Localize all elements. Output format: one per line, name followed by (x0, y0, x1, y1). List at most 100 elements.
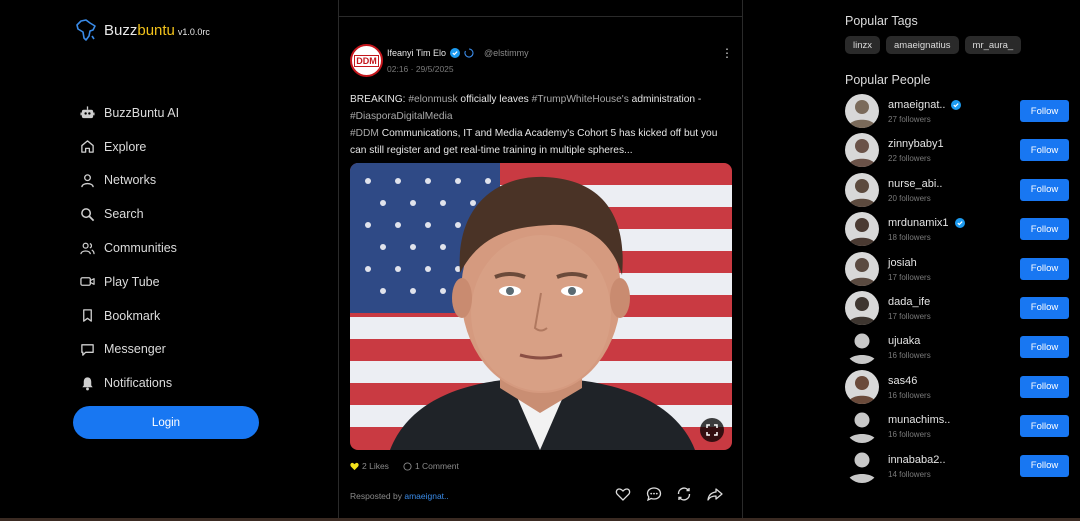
follow-button[interactable]: Follow (1020, 415, 1069, 438)
person-name[interactable]: josiah (888, 257, 917, 269)
person-followers: 17 followers (888, 311, 931, 321)
bell-icon (82, 377, 93, 391)
search-icon (81, 207, 95, 221)
post-author-handle[interactable]: @elstimmy (484, 48, 529, 58)
person-row[interactable]: dada_ife 17 followers Follow (845, 290, 1080, 330)
nav-item-explore[interactable]: Explore (80, 130, 179, 164)
person-row[interactable]: amaeignat.. 27 followers Follow (845, 94, 1080, 133)
person-followers: 16 followers (888, 351, 931, 361)
person-name[interactable]: sas46 (888, 375, 917, 387)
nav-label: BuzzBuntu AI (104, 105, 180, 120)
nav-item-communities[interactable]: Communities (80, 231, 179, 265)
comment-icon[interactable] (646, 486, 662, 502)
post-author-avatar[interactable]: DDM (350, 44, 383, 77)
post-image[interactable] (350, 163, 732, 450)
person-row[interactable]: mrdunamix1 18 followers Follow (845, 212, 1080, 251)
post-more-icon[interactable]: ⋮ (721, 46, 733, 60)
tag-chip[interactable]: mr_aura_ (964, 36, 1022, 54)
follow-button[interactable]: Follow (1020, 178, 1069, 201)
person-followers: 27 followers (888, 115, 931, 124)
africa-logo-icon (76, 19, 96, 41)
person-row[interactable]: munachims.. 16 followers Follow (845, 409, 1080, 448)
brand-name: Buzzbuntu (104, 21, 175, 39)
hashtag-link[interactable]: #elonmusk (408, 94, 457, 105)
popular-tags-title: Popular Tags (845, 14, 918, 28)
users-icon (80, 242, 95, 254)
likes-count[interactable]: 2 Likes (350, 461, 389, 471)
person-row[interactable]: nurse_abi.. 20 followers Follow (845, 172, 1080, 212)
person-followers: 17 followers (888, 272, 931, 282)
tag-chip[interactable]: linzx (845, 36, 881, 54)
person-name[interactable]: ujuaka (888, 335, 920, 347)
person-followers: 22 followers (888, 154, 931, 164)
hashtag-link[interactable]: #TrumpWhiteHouse's (532, 94, 629, 105)
comments-count[interactable]: 1 Comment (403, 461, 459, 471)
person-row[interactable]: josiah 17 followers Follow (845, 251, 1080, 291)
nav-label: Communities (104, 241, 177, 256)
photo-avatar-icon (845, 212, 879, 247)
video-icon (80, 277, 95, 287)
person-name[interactable]: amaeignat.. (888, 99, 962, 111)
verified-badge-icon (450, 48, 461, 58)
fullscreen-icon (706, 424, 718, 436)
nav-item-play-tube[interactable]: Play Tube (80, 265, 179, 299)
follow-button[interactable]: Follow (1020, 257, 1069, 280)
hashtag-link[interactable]: #DiasporaDigitalMedia (350, 111, 453, 122)
follow-button[interactable]: Follow (1020, 454, 1069, 477)
follow-button[interactable]: Follow (1020, 296, 1069, 319)
repost-icon[interactable] (676, 486, 692, 502)
person-avatar[interactable] (845, 212, 879, 247)
photo-avatar-icon (845, 290, 879, 325)
person-avatar[interactable] (845, 133, 879, 168)
nav-item-networks[interactable]: Networks (80, 164, 179, 198)
person-avatar[interactable] (845, 172, 879, 207)
follow-button[interactable]: Follow (1020, 218, 1069, 241)
nav-item-notifications[interactable]: Notifications (80, 366, 179, 400)
person-avatar[interactable] (845, 449, 879, 483)
person-avatar[interactable] (845, 251, 879, 286)
person-avatar[interactable] (845, 94, 879, 128)
person-row[interactable]: zinnybaby1 22 followers Follow (845, 133, 1080, 172)
like-icon[interactable] (615, 486, 631, 502)
person-avatar[interactable] (845, 290, 879, 325)
spinner-icon (464, 48, 474, 58)
person-name[interactable]: nurse_abi.. (888, 178, 942, 190)
share-icon[interactable] (706, 486, 723, 502)
hashtag-link[interactable]: #DDM (350, 128, 379, 139)
verified-badge-icon (951, 100, 962, 110)
follow-button[interactable]: Follow (1020, 100, 1069, 122)
follow-button[interactable]: Follow (1020, 375, 1069, 398)
nav-item-buzzbuntu-ai[interactable]: BuzzBuntu AI (80, 96, 179, 130)
comment-outline-icon (403, 461, 412, 471)
post-author-name[interactable]: Ifeanyi Tim Elo (387, 48, 446, 58)
nav-item-bookmark[interactable]: Bookmark (80, 299, 179, 333)
reposted-by-link[interactable]: amaeignat.. (404, 491, 448, 501)
person-name[interactable]: mrdunamix1 (888, 217, 965, 229)
person-avatar[interactable] (845, 330, 879, 365)
person-row[interactable]: sas46 16 followers Follow (845, 369, 1080, 409)
follow-button[interactable]: Follow (1020, 336, 1069, 359)
user-icon (81, 174, 94, 188)
person-avatar[interactable] (845, 409, 879, 444)
default-avatar-icon (847, 412, 877, 444)
post-timestamp: 02:16 · 29/5/2025 (387, 64, 454, 74)
popular-people-title: Popular People (845, 73, 931, 87)
person-name[interactable]: munachims.. (888, 414, 950, 426)
nav-item-search[interactable]: Search (80, 197, 179, 231)
left-sidebar: Buzzbuntu v1.0.0rc BuzzBuntu AI Explore … (0, 0, 338, 521)
person-name[interactable]: zinnybaby1 (888, 138, 944, 150)
person-row[interactable]: ujuaka 16 followers Follow (845, 330, 1080, 369)
expand-image-button[interactable] (700, 418, 724, 442)
nav-label: Networks (104, 173, 157, 188)
person-avatar[interactable] (845, 369, 879, 404)
nav-item-messenger[interactable]: Messenger (80, 333, 179, 367)
follow-button[interactable]: Follow (1020, 139, 1069, 162)
login-button[interactable]: Login (73, 406, 259, 439)
person-name[interactable]: dada_ife (888, 296, 930, 308)
tag-chip[interactable]: amaeignatius (886, 36, 959, 54)
person-followers: 20 followers (888, 193, 931, 203)
person-followers: 16 followers (888, 430, 931, 440)
person-name[interactable]: innababa2.. (888, 454, 946, 466)
brand[interactable]: Buzzbuntu v1.0.0rc (74, 18, 210, 42)
person-row[interactable]: innababa2.. 14 followers Follow (845, 449, 1080, 488)
